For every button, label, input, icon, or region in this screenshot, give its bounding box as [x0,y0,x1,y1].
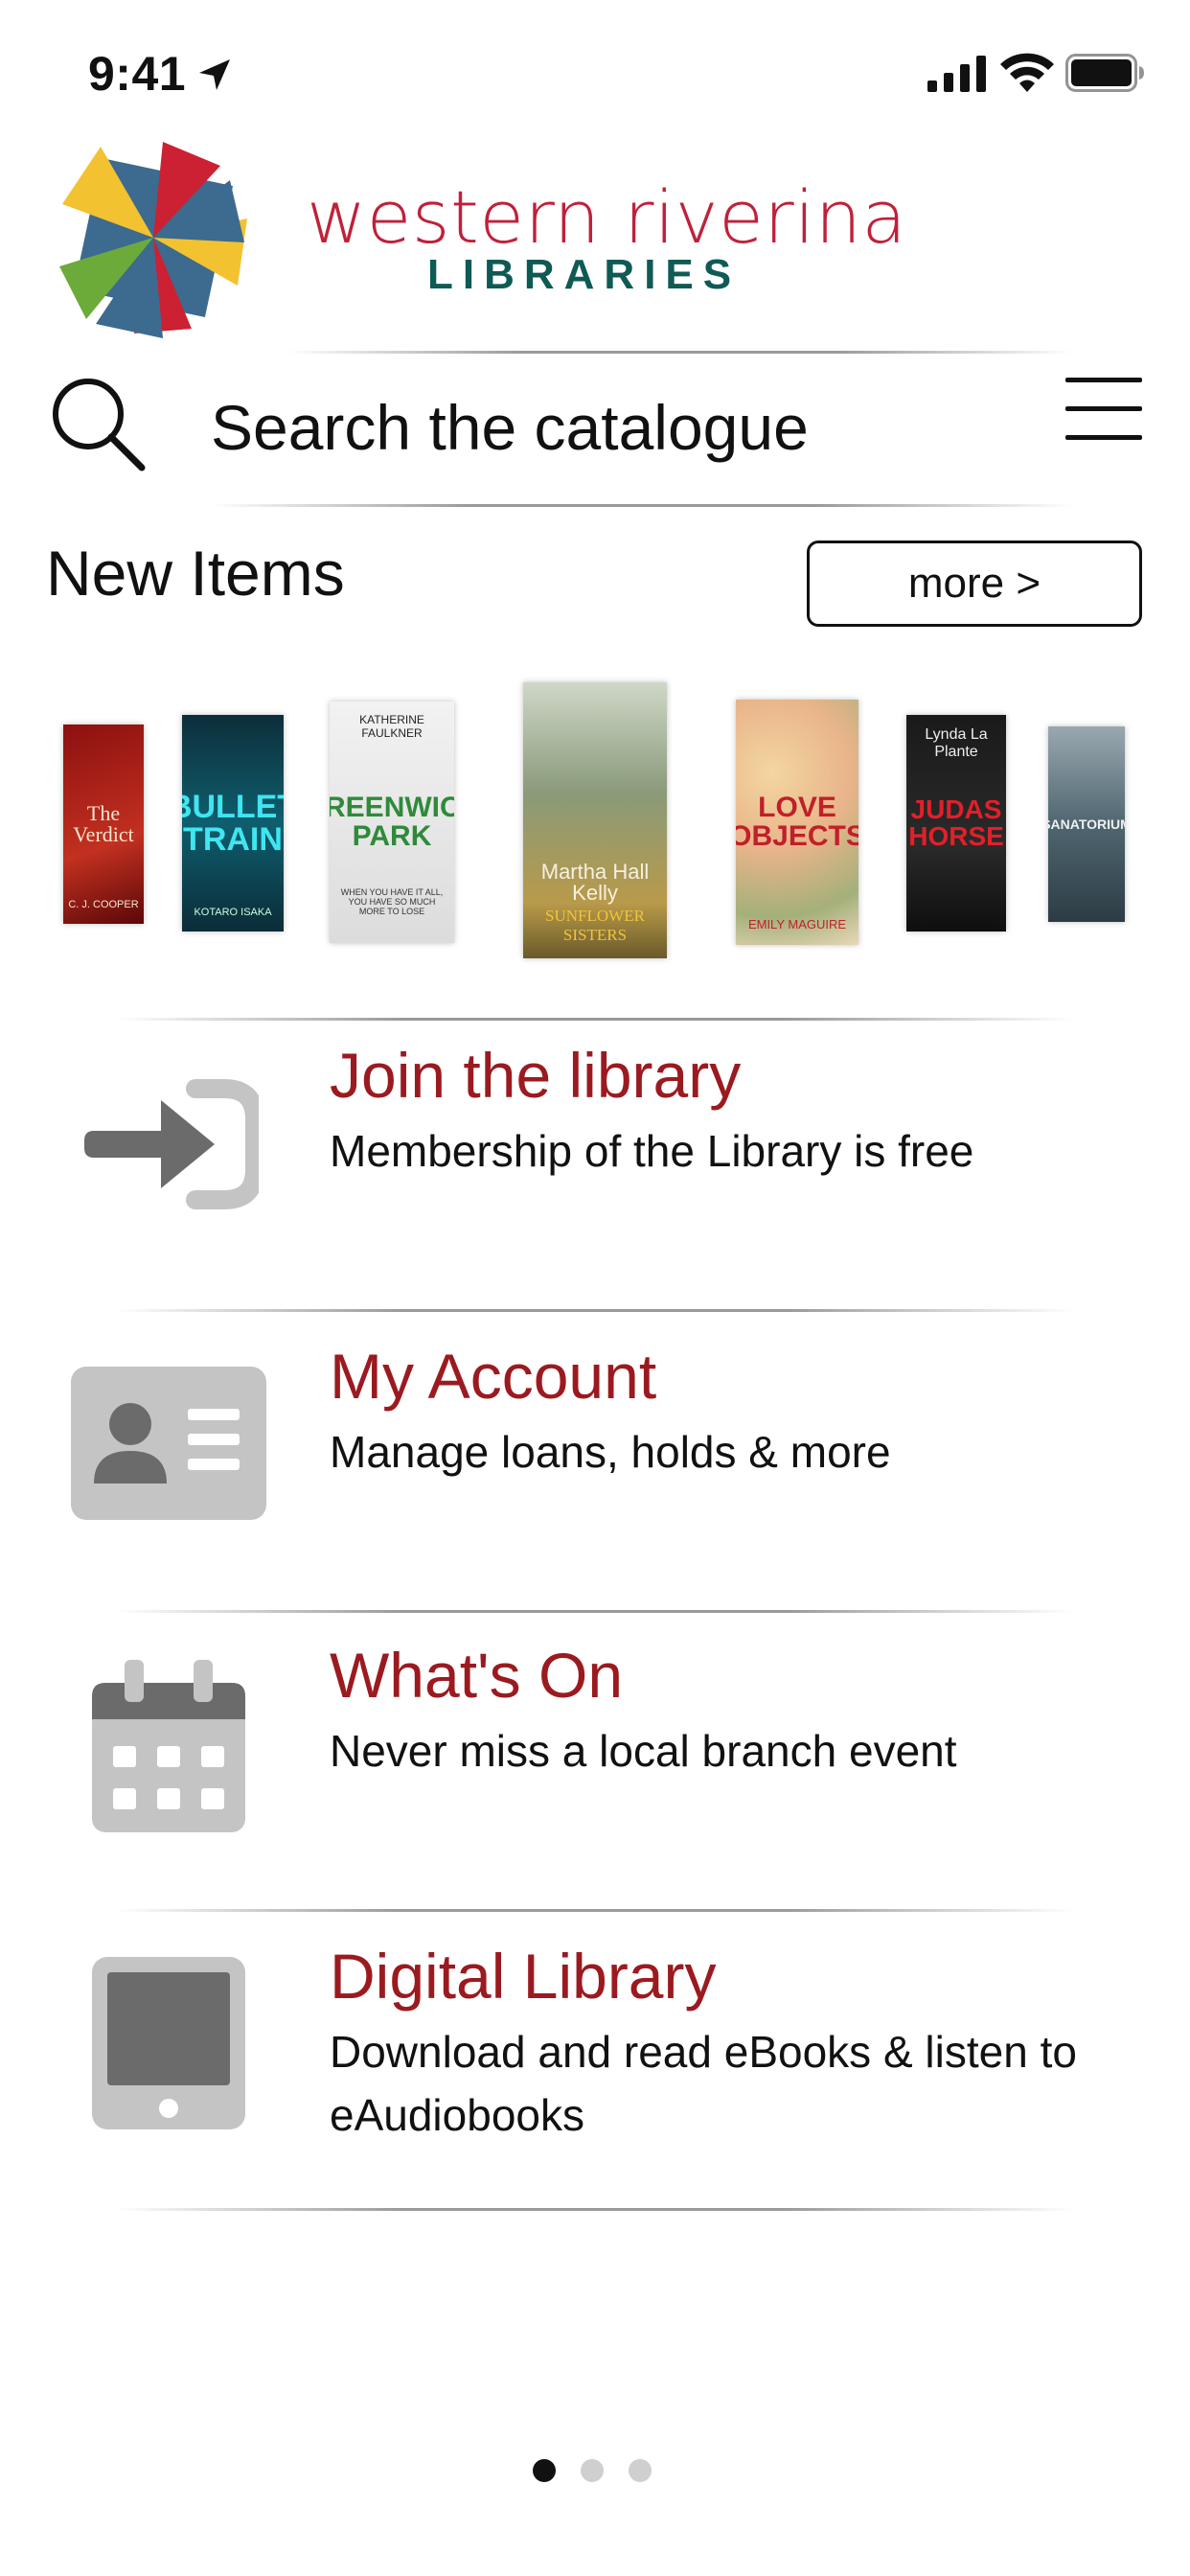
divider [211,504,1073,507]
page-dot[interactable] [629,2459,652,2482]
book-title: SANATORIUM [1048,816,1125,832]
menu-item-description: Never miss a local branch event [330,1726,957,1776]
book-cover[interactable]: BULLET TRAIN KOTARO ISAKA [182,715,284,932]
book-cover[interactable]: Martha Hall Kelly SUNFLOWER SISTERS [523,682,667,958]
book-title: LOVE OBJECTS [736,792,858,852]
menu-item-description: Download and read eBooks & listen to eAu… [330,2027,1077,2140]
logo-name: western riverina [307,174,907,260]
book-title: BULLET TRAIN [182,789,284,858]
book-title: SUNFLOWER SISTERS [545,907,645,944]
hamburger-menu-icon[interactable] [1065,376,1142,443]
book-cover[interactable]: SANATORIUM [1048,726,1125,922]
calendar-icon [92,1660,245,1832]
logo-subtitle: LIBRARIES [427,251,742,298]
menu-item-description: Manage loans, holds & more [330,1427,891,1477]
menu-item-title: What's On [330,1640,624,1711]
menu-item-title: My Account [330,1341,657,1412]
menu-item-title: Join the library [330,1040,742,1111]
menu-item-title: Digital Library [330,1941,717,2012]
page-dot-active[interactable] [533,2459,556,2482]
book-author: C. J. COOPER [68,899,139,910]
menu-item-my-account[interactable]: My Account Manage loans, holds & more [0,1311,1190,1598]
book-author: Lynda La Plante [925,726,988,760]
book-cover[interactable]: LOVE OBJECTS EMILY MAGUIRE [736,700,858,945]
book-cover[interactable]: Lynda La Plante JUDAS HORSE [906,715,1006,932]
menu-item-description: Membership of the Library is free [330,1126,974,1176]
library-logo-icon [59,142,247,338]
sign-in-icon [84,1079,259,1209]
tablet-icon [92,1957,245,2129]
book-tagline: WHEN YOU HAVE IT ALL, YOU HAVE SO MUCH M… [340,887,444,916]
book-title: The Verdict [73,801,134,846]
search-input[interactable] [211,381,996,473]
wifi-icon [1000,53,1054,92]
page-indicator[interactable] [533,2459,657,2488]
page-dot[interactable] [581,2459,604,2482]
status-time: 9:41 [88,47,187,101]
menu-item-digital-library[interactable]: Digital Library Download and read eBooks… [0,1911,1190,2218]
book-author: KOTARO ISAKA [194,907,272,918]
id-card-icon [71,1367,266,1520]
book-title: GREENWICH PARK [330,792,454,852]
divider [287,351,1073,354]
book-author: EMILY MAGUIRE [747,917,847,932]
book-cover[interactable]: KATHERINE FAULKNER GREENWICH PARK WHEN Y… [330,702,454,943]
divider [115,2208,1073,2211]
book-author: Martha Hall Kelly [540,860,650,905]
menu-item-whats-on[interactable]: What's On Never miss a local branch even… [0,1612,1190,1899]
book-author: KATHERINE FAULKNER [359,713,424,740]
book-title: JUDAS HORSE [908,794,1004,851]
menu-item-join-library[interactable]: Join the library Membership of the Libra… [0,1020,1190,1307]
location-arrow-icon [199,59,230,90]
new-items-title: New Items [46,538,345,609]
search-icon[interactable] [50,376,146,472]
status-bar: 9:41 [0,0,1190,144]
cellular-signal-icon [927,56,986,92]
book-cover[interactable]: The Verdict C. J. COOPER [63,724,144,924]
battery-icon [1065,54,1144,92]
more-button[interactable]: more > [807,540,1142,627]
